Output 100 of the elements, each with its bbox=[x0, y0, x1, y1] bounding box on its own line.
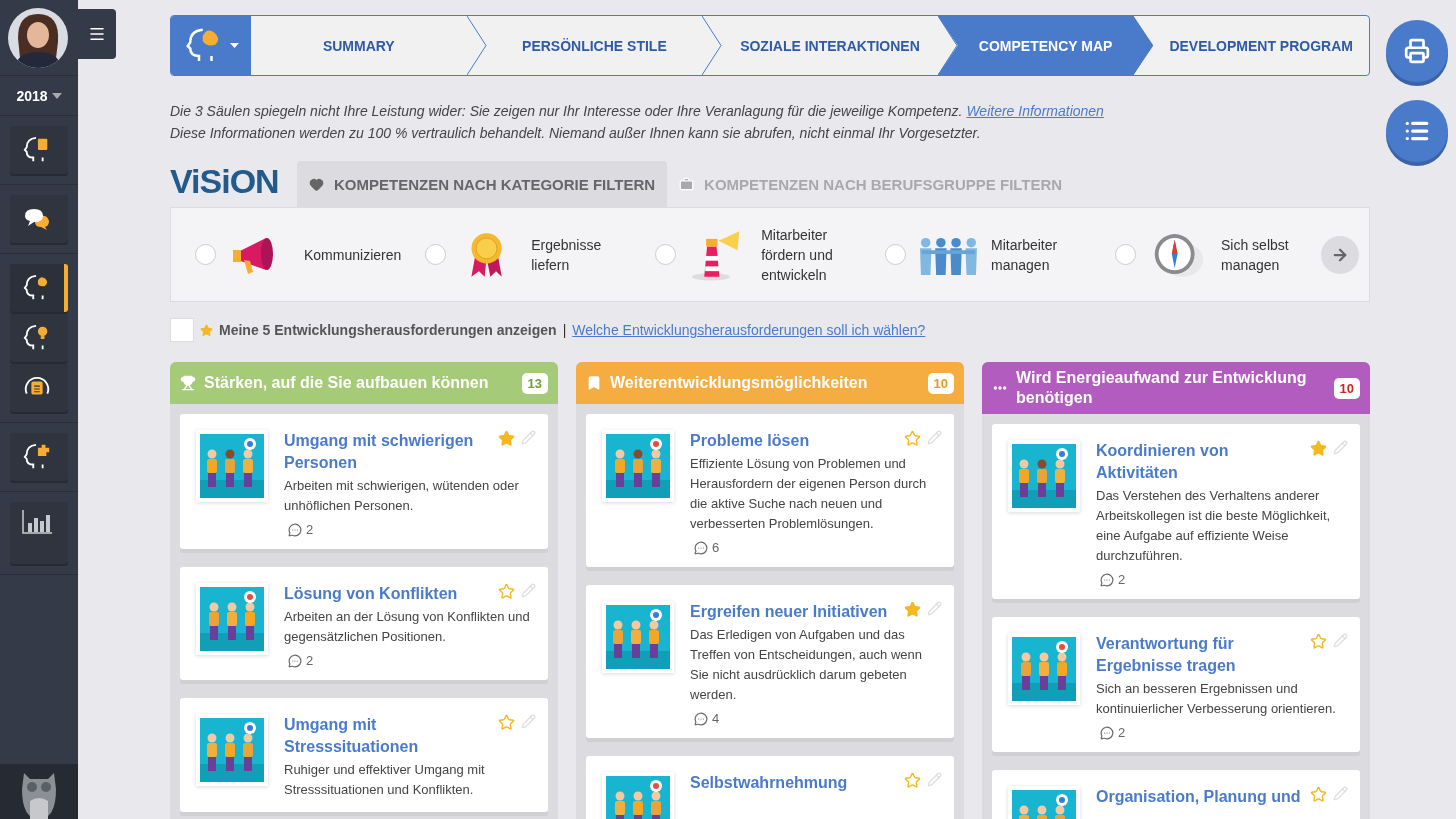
info-link[interactable]: Weitere Informationen bbox=[966, 103, 1104, 119]
comment-icon bbox=[288, 653, 302, 668]
pencil-icon[interactable] bbox=[927, 601, 942, 616]
separator-text: | bbox=[562, 322, 567, 338]
info-text: Die 3 Säulen spiegeln nicht Ihre Leistung wider: Sie zeigen nur Ihr Interesse oder Ihre Veranlagung für die jeweilige Kompetenz. Weitere Informationen bbox=[170, 102, 1105, 121]
menu-button[interactable] bbox=[78, 9, 116, 59]
star-icon[interactable] bbox=[904, 772, 921, 789]
star-icon[interactable] bbox=[498, 714, 515, 731]
star-icon[interactable] bbox=[1310, 633, 1327, 650]
comment-count[interactable]: 2 bbox=[288, 522, 536, 537]
step-tab[interactable]: COMPETENCY MAP bbox=[937, 16, 1154, 75]
competency-card[interactable]: Selbstwahrnehmung bbox=[586, 756, 954, 819]
module-dropdown[interactable] bbox=[171, 16, 251, 75]
pencil-icon[interactable] bbox=[1333, 633, 1348, 648]
pencil-icon[interactable] bbox=[927, 430, 942, 445]
year-dropdown[interactable]: 2018 bbox=[0, 76, 78, 116]
checkbox-label: Meine 5 Entwicklungsherausforderungen anzeigen bbox=[219, 322, 557, 338]
pencil-icon[interactable] bbox=[521, 583, 536, 598]
comment-icon bbox=[1100, 725, 1114, 740]
card-title[interactable]: Ergreifen neuer Initiativen bbox=[690, 601, 898, 623]
comment-count[interactable]: 2 bbox=[1100, 725, 1348, 740]
nav-button[interactable] bbox=[10, 195, 68, 243]
step-tab[interactable]: SUMMARY bbox=[251, 16, 467, 75]
step-tab[interactable]: DEVELOPMENT PROGRAM bbox=[1153, 16, 1369, 75]
radio-button[interactable] bbox=[655, 244, 677, 265]
card-description: Ruhiger und effektiver Umgang mit Stresssituationen und Konflikten. bbox=[284, 761, 486, 799]
menu-icon bbox=[88, 25, 106, 43]
column-title: Stärken, auf die Sie aufbauen können bbox=[204, 373, 490, 393]
pencil-icon[interactable] bbox=[521, 430, 536, 445]
list-button[interactable] bbox=[1386, 100, 1448, 162]
comment-count[interactable]: 4 bbox=[694, 711, 942, 726]
pencil-icon[interactable] bbox=[521, 714, 536, 729]
card-description: Arbeiten mit schwierigen, wütenden oder unhöflichen Personen. bbox=[284, 477, 520, 515]
comment-icon bbox=[288, 522, 302, 537]
caret-icon bbox=[229, 43, 239, 48]
comment-icon bbox=[1100, 572, 1114, 587]
card-description: Arbeiten an der Lösung von Konflikten und gegensätzlichen Positionen. bbox=[284, 608, 531, 646]
step-tab[interactable]: PERSÖNLICHE STILE bbox=[486, 16, 703, 75]
next-button[interactable] bbox=[1321, 235, 1359, 274]
count-badge: 10 bbox=[927, 372, 954, 394]
pencil-icon[interactable] bbox=[1333, 440, 1348, 455]
star-icon[interactable] bbox=[904, 601, 921, 618]
category-label: Mitarbeiter managen bbox=[991, 235, 1059, 275]
bookmark-icon bbox=[586, 375, 602, 391]
card-description: Effiziente Lösung von Problemen und Herausfordern der eigenen Person durch die aktive Suche nach neuen und verbesserten Problemlösungen. bbox=[690, 455, 928, 533]
star-icon[interactable] bbox=[498, 583, 515, 600]
card-title[interactable]: Organisation, Planung und bbox=[1096, 786, 1304, 808]
star-icon[interactable] bbox=[904, 430, 921, 447]
nav-button[interactable] bbox=[10, 314, 68, 362]
radio-button[interactable] bbox=[425, 244, 447, 265]
radio-button[interactable] bbox=[195, 244, 216, 265]
nav-button[interactable] bbox=[10, 264, 68, 312]
filter-tab[interactable]: KOMPETENZEN NACH KATEGORIE FILTERN bbox=[297, 161, 668, 207]
radio-button[interactable] bbox=[885, 244, 907, 265]
comment-count[interactable]: 2 bbox=[288, 653, 536, 668]
card-description: Das Verstehen des Verhaltens anderer Arbeitskollegen ist die beste Möglichkeit, eine Aufgabe auf effiziente Weise durchzuführen. bbox=[1096, 487, 1332, 565]
card-title[interactable]: Koordinieren von Aktivitäten bbox=[1096, 440, 1304, 484]
card-description: Das Erledigen von Aufgaben und das Treffen von Entscheidungen, auch wenn Sie nicht ausdrücklich darum gebeten werden. bbox=[690, 626, 923, 704]
card-title[interactable]: Selbstwahrnehmung bbox=[690, 772, 898, 794]
nav-button[interactable] bbox=[10, 364, 68, 412]
category-label: Ergebnisse liefern bbox=[531, 235, 603, 275]
print-button[interactable] bbox=[1386, 20, 1448, 82]
count-badge: 10 bbox=[1333, 377, 1360, 399]
caret-icon bbox=[51, 92, 62, 99]
step-tab[interactable]: SOZIALE INTERAKTIONEN bbox=[722, 16, 938, 75]
card-description: Sich an besseren Ergebnissen und kontinuierlicher Verbesserung orientieren. bbox=[1096, 680, 1337, 718]
info-text: Diese Informationen werden zu 100 % vertraulich behandelt. Niemand außer Ihnen kann sie abrufen, nicht einmal Ihr Vorgesetzter. bbox=[170, 124, 982, 143]
radio-button[interactable] bbox=[1115, 244, 1137, 265]
column-title: Wird Energieaufwand zur Entwicklung benötigen bbox=[1016, 368, 1308, 408]
comment-count[interactable]: 6 bbox=[694, 540, 942, 555]
card-title[interactable]: Umgang mit Stresssituationen bbox=[284, 714, 492, 758]
vision-logo: ViSiON bbox=[170, 162, 280, 202]
card-title[interactable]: Verantwortung für Ergebnisse tragen bbox=[1096, 633, 1304, 677]
checkbox[interactable] bbox=[170, 318, 194, 342]
print-icon bbox=[1404, 38, 1430, 64]
comment-icon bbox=[694, 540, 708, 555]
nav-button[interactable] bbox=[10, 502, 68, 564]
trophy-icon bbox=[180, 375, 196, 391]
owl-icon bbox=[20, 771, 58, 819]
category-label: Sich selbst managen bbox=[1221, 235, 1290, 275]
category-label: Mitarbeiter fördern und entwickeln bbox=[761, 225, 834, 285]
nav-button[interactable] bbox=[10, 433, 68, 481]
column-title: Weiterentwicklungsmöglichkeiten bbox=[610, 373, 869, 393]
comment-icon bbox=[694, 711, 708, 726]
nav-button[interactable] bbox=[10, 126, 68, 174]
help-link[interactable]: Welche Entwicklungsherausforderungen soll ich wählen? bbox=[572, 322, 926, 338]
star-icon[interactable] bbox=[1310, 786, 1327, 803]
pencil-icon[interactable] bbox=[1333, 786, 1348, 801]
star-icon bbox=[200, 323, 213, 337]
category-label: Kommunizieren bbox=[304, 245, 402, 265]
star-icon[interactable] bbox=[498, 430, 515, 447]
competency-card[interactable]: Organisation, Planung und bbox=[992, 770, 1360, 819]
star-icon[interactable] bbox=[1310, 440, 1327, 457]
count-badge: 13 bbox=[521, 372, 548, 394]
pencil-icon[interactable] bbox=[927, 772, 942, 787]
briefcase-icon bbox=[679, 176, 695, 192]
comment-count[interactable]: 2 bbox=[1100, 572, 1348, 587]
card-title[interactable]: Probleme lösen bbox=[690, 430, 898, 452]
card-title[interactable]: Lösung von Konflikten bbox=[284, 583, 492, 605]
card-title[interactable]: Umgang mit schwierigen Personen bbox=[284, 430, 492, 474]
